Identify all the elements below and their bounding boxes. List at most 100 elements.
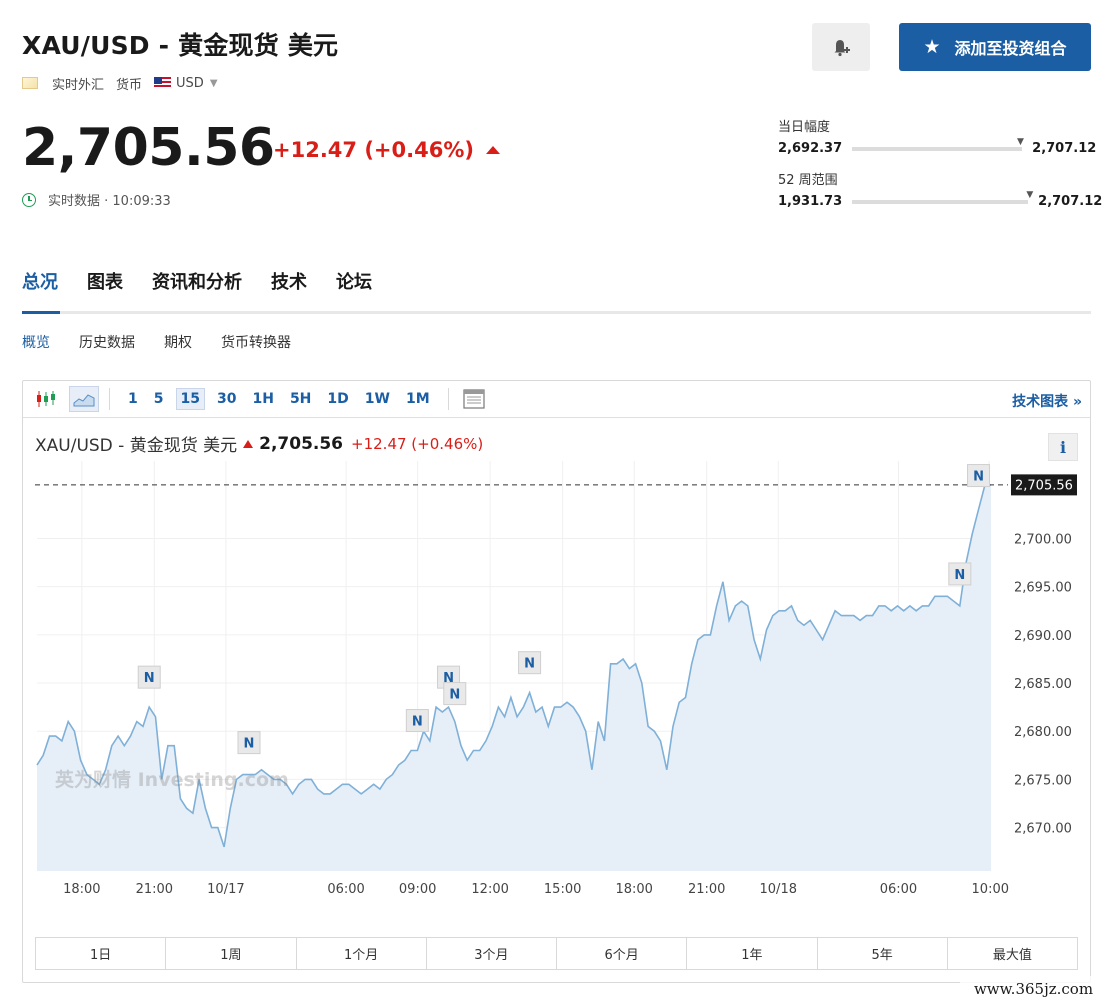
tabs-divider xyxy=(22,311,1091,314)
page-title: XAU/USD - 黄金现货 美元 xyxy=(22,31,339,60)
week52-range-label: 52 周范围 xyxy=(778,173,838,188)
x-tick-label: 18:00 xyxy=(615,882,652,897)
interval-1h[interactable]: 1H xyxy=(252,391,273,407)
active-tab-indicator xyxy=(22,311,60,314)
week52-low: 1,931.73 xyxy=(778,194,843,209)
area-chart-icon xyxy=(73,394,95,407)
toolbar-separator xyxy=(109,388,110,410)
tab-overview[interactable]: 总况 xyxy=(22,268,58,312)
day-range-label: 当日幅度 xyxy=(778,120,831,135)
currency-label: 货币 xyxy=(116,77,143,93)
last-price: 2,705.56 xyxy=(22,118,275,178)
interval-1[interactable]: 1 xyxy=(128,391,138,407)
news-marker[interactable]: N xyxy=(443,682,467,706)
x-tick-label: 09:00 xyxy=(399,882,436,897)
chart-legend: XAU/USD - 黄金现货 美元 2,705.56 +12.47 (+0.46… xyxy=(35,431,483,457)
news-marker-label: N xyxy=(412,715,423,730)
alert-button[interactable] xyxy=(812,23,870,71)
technical-chart-link[interactable]: 技术图表 » xyxy=(1012,391,1082,411)
interval-1w[interactable]: 1W xyxy=(365,391,390,407)
y-tick-label: 2,685.00 xyxy=(1014,677,1072,692)
y-tick-label: 2,680.00 xyxy=(1014,725,1072,740)
candlestick-icon xyxy=(37,391,55,407)
y-tick-label: 2,670.00 xyxy=(1014,822,1072,837)
period-3m[interactable]: 3个月 xyxy=(427,938,557,969)
subnav-historical-data[interactable]: 历史数据 xyxy=(79,332,135,352)
info-icon[interactable]: i xyxy=(1048,433,1078,461)
news-marker-label: N xyxy=(244,737,255,752)
subnav-overview[interactable]: 概览 xyxy=(22,332,50,352)
x-tick-label: 21:00 xyxy=(688,882,725,897)
tab-forum[interactable]: 论坛 xyxy=(336,268,372,312)
period-1d[interactable]: 1日 xyxy=(36,938,167,969)
x-tick-label: 21:00 xyxy=(136,882,173,897)
tab-chart[interactable]: 图表 xyxy=(87,268,123,312)
period-6m[interactable]: 6个月 xyxy=(557,938,688,969)
realtime-text: 实时数据 · 10:09:33 xyxy=(48,194,171,209)
realtime-forex-icon xyxy=(22,77,38,89)
arrow-up-icon xyxy=(243,439,254,448)
tab-news-analysis[interactable]: 资讯和分析 xyxy=(152,268,242,312)
tab-technical[interactable]: 技术 xyxy=(271,268,307,312)
logo-text: 英为财情 Investing.com xyxy=(55,768,289,791)
data-table-button[interactable] xyxy=(459,386,489,412)
x-tick-label: 10/17 xyxy=(207,882,244,897)
add-to-portfolio-button[interactable]: ★ 添加至投资组合 xyxy=(899,23,1091,71)
news-marker[interactable]: N xyxy=(967,464,991,488)
area-chart-button[interactable] xyxy=(69,386,99,412)
x-axis-labels: 18:00 21:00 10/17 06:00 09:00 12:00 15:00 18:00… xyxy=(63,882,1009,897)
currency-selector[interactable]: USD ▼ xyxy=(154,75,218,91)
price-change-value: +12.47 (+0.46%) xyxy=(273,138,474,162)
chevron-down-icon: ▼ xyxy=(209,77,218,89)
subnav-options[interactable]: 期权 xyxy=(164,332,192,352)
y-axis-labels: 2,700.00 2,695.00 2,690.00 2,685.00 2,680.00… xyxy=(1014,532,1072,836)
news-marker-label: N xyxy=(973,470,984,485)
price-area xyxy=(37,484,991,871)
clock-icon xyxy=(22,192,36,207)
x-tick-label: 10:00 xyxy=(972,882,1009,897)
news-marker-label: N xyxy=(144,671,155,686)
day-range: 当日幅度 2,692.37 ▼ 2,707.12 xyxy=(778,116,1096,156)
last-price-tag: 2,705.56 xyxy=(1011,474,1077,496)
news-marker[interactable]: N xyxy=(948,562,972,586)
chart-widget: 1 5 15 30 1H 5H 1D 1W 1M 技术图表 » XAU/USD … xyxy=(22,380,1091,983)
news-marker-label: N xyxy=(954,568,965,583)
sub-navigation: 概览 历史数据 期权 货币转换器 xyxy=(22,332,320,352)
news-marker[interactable]: N xyxy=(237,731,261,755)
us-flag-icon xyxy=(154,77,172,89)
period-1m[interactable]: 1个月 xyxy=(297,938,427,969)
news-marker[interactable]: N xyxy=(518,651,542,675)
interval-5h[interactable]: 5H xyxy=(290,391,311,407)
x-tick-label: 06:00 xyxy=(880,882,917,897)
period-max[interactable]: 最大值 xyxy=(948,938,1077,969)
period-5y[interactable]: 5年 xyxy=(818,938,948,969)
x-tick-label: 06:00 xyxy=(327,882,364,897)
subnav-currency-converter[interactable]: 货币转换器 xyxy=(221,332,291,352)
x-tick-label: 15:00 xyxy=(544,882,581,897)
day-range-marker-icon: ▼ xyxy=(1017,136,1024,147)
period-1y[interactable]: 1年 xyxy=(687,938,818,969)
currency-value: USD xyxy=(176,75,204,91)
week52-range-marker-icon: ▼ xyxy=(1026,189,1034,200)
y-tick-label: 2,675.00 xyxy=(1014,773,1072,788)
x-tick-label: 12:00 xyxy=(471,882,508,897)
interval-15[interactable]: 15 xyxy=(175,388,205,410)
news-marker[interactable]: N xyxy=(405,709,429,733)
candlestick-chart-button[interactable] xyxy=(31,386,61,412)
news-marker[interactable]: N xyxy=(137,665,161,689)
y-tick-label: 2,695.00 xyxy=(1014,581,1072,596)
bell-plus-icon xyxy=(834,40,850,57)
interval-5[interactable]: 5 xyxy=(154,391,164,407)
x-tick-label: 10/18 xyxy=(760,882,797,897)
period-1w[interactable]: 1周 xyxy=(166,938,297,969)
realtime-status: 实时数据 · 10:09:33 xyxy=(22,190,171,209)
day-high: 2,707.12 xyxy=(1032,141,1097,156)
table-icon xyxy=(463,389,485,409)
interval-30[interactable]: 30 xyxy=(217,391,236,407)
week52-high: 2,707.12 xyxy=(1038,194,1103,209)
interval-1d[interactable]: 1D xyxy=(327,391,348,407)
legend-price: 2,705.56 xyxy=(259,433,344,454)
market-label: 实时外汇 xyxy=(52,77,105,93)
site-watermark: www.365jz.com xyxy=(960,976,1107,1001)
interval-1m[interactable]: 1M xyxy=(406,391,430,407)
